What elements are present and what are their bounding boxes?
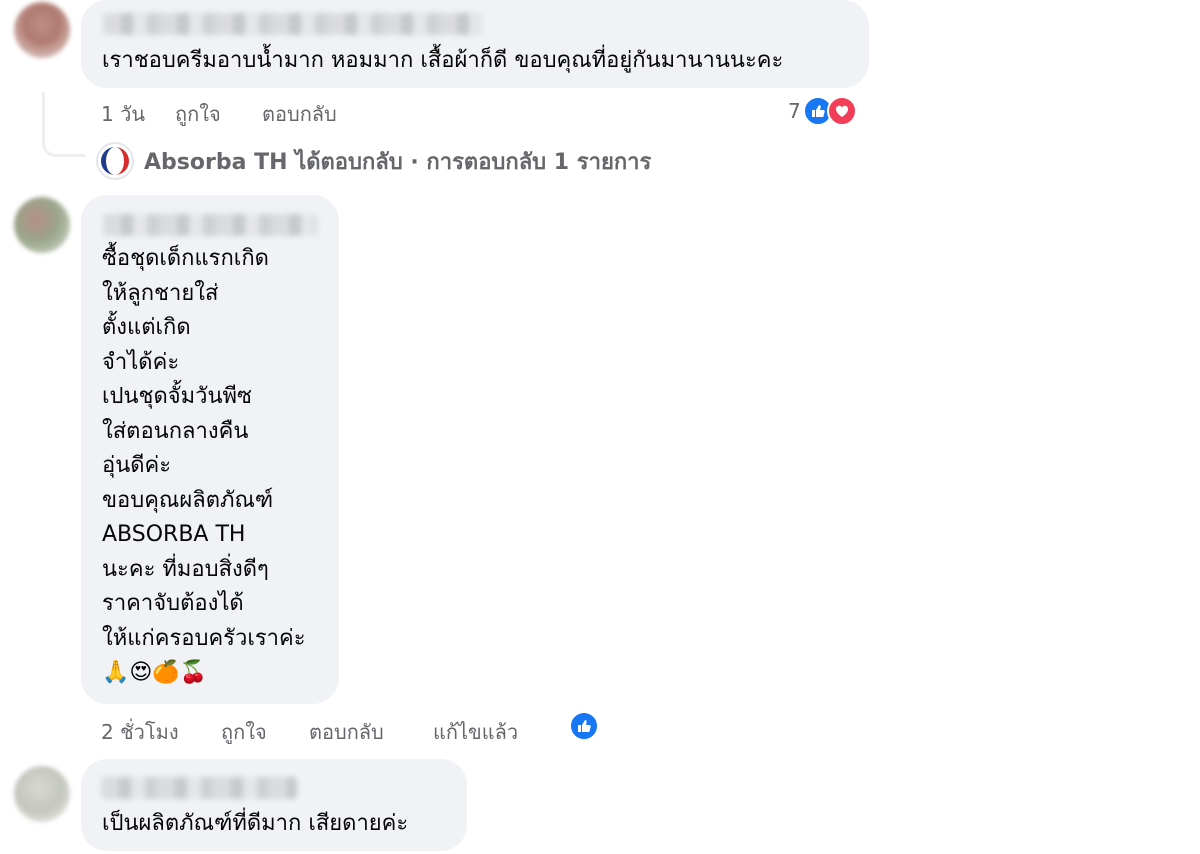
love-icon (826, 96, 857, 126)
avatar[interactable] (14, 766, 70, 822)
edited-label: แก้ไขแล้ว (433, 720, 519, 744)
comment-line: ซื้อชุดเด็กแรกเกิด (102, 246, 269, 271)
reply-button[interactable]: ตอบกลับ (309, 716, 384, 748)
comment-line: ABSORBA TH (102, 522, 246, 547)
avatar[interactable] (14, 197, 70, 253)
comment-time[interactable]: 2 ชั่วโมง (101, 716, 179, 748)
comment-line: จำได้ค่ะ (102, 349, 180, 375)
comment-bubble: เป็นผลิตภัณฑ์ที่ดีมาก เสียดายค่ะ (81, 759, 467, 851)
comment-emojis: 🙏😍🍊🍒 (102, 660, 208, 685)
reaction-count: 7 (788, 99, 801, 123)
comment-time[interactable]: 1 วัน (101, 98, 145, 130)
page-reply-link[interactable]: Absorba TH ได้ตอบกลับ · การตอบกลับ 1 ราย… (96, 141, 651, 181)
comment-line: ใส่ตอนกลางคืน (102, 418, 249, 444)
like-button[interactable]: ถูกใจ (175, 98, 221, 130)
like-button[interactable]: ถูกใจ (221, 716, 267, 748)
commenter-name-blurred[interactable] (103, 13, 483, 35)
avatar[interactable] (14, 2, 70, 58)
thread-line (42, 92, 85, 157)
comment-text: เป็นผลิตภัณฑ์ที่ดีมาก เสียดายค่ะ (102, 811, 409, 836)
comment-actions: 1 วัน ถูกใจ ตอบกลับ (101, 98, 401, 128)
commenter-name-blurred[interactable] (101, 777, 297, 799)
comment-text: เราชอบครีมอาบน้ำมาก หอมมาก เสื้อผ้าก็ดี … (102, 48, 784, 73)
page-reply-text: Absorba TH ได้ตอบกลับ · การตอบกลับ 1 ราย… (144, 149, 652, 175)
reply-button[interactable]: ตอบกลับ (262, 98, 337, 130)
comment-bubble: ซื้อชุดเด็กแรกเกิด ให้ลูกชายใส่ ตั้งแต่เ… (81, 195, 339, 704)
comment-line: ให้แก่ครอบครัวเราค่ะ (102, 625, 306, 651)
comment-bubble: เราชอบครีมอาบน้ำมาก หอมมาก เสื้อผ้าก็ดี … (81, 0, 869, 88)
absorba-logo-icon (96, 142, 134, 180)
comment-line: ตั้งแต่เกิด (102, 315, 191, 340)
comment-line: อุ่นดีค่ะ (102, 453, 172, 478)
comment-line: ขอบคุณผลิตภัณฑ์ (102, 487, 274, 513)
commenter-name-blurred[interactable] (103, 214, 317, 236)
comment-line: เปนชุดจั้มวันพีซ (102, 384, 252, 409)
comment-actions: 2 ชั่วโมง ถูกใจ ตอบกลับ แก้ไขแล้ว (101, 716, 561, 746)
reaction-summary[interactable]: 7 (788, 96, 857, 126)
comment-line: นะคะ ที่มอบสิ่งดีๆ (102, 556, 269, 582)
comment-line: ราคาจับต้องได้ (102, 591, 244, 616)
comment-text: ซื้อชุดเด็กแรกเกิด ให้ลูกชายใส่ ตั้งแต่เ… (102, 242, 306, 691)
like-icon (569, 711, 599, 741)
comment-line: ให้ลูกชายใส่ (102, 280, 219, 306)
reaction-summary[interactable] (569, 711, 599, 741)
